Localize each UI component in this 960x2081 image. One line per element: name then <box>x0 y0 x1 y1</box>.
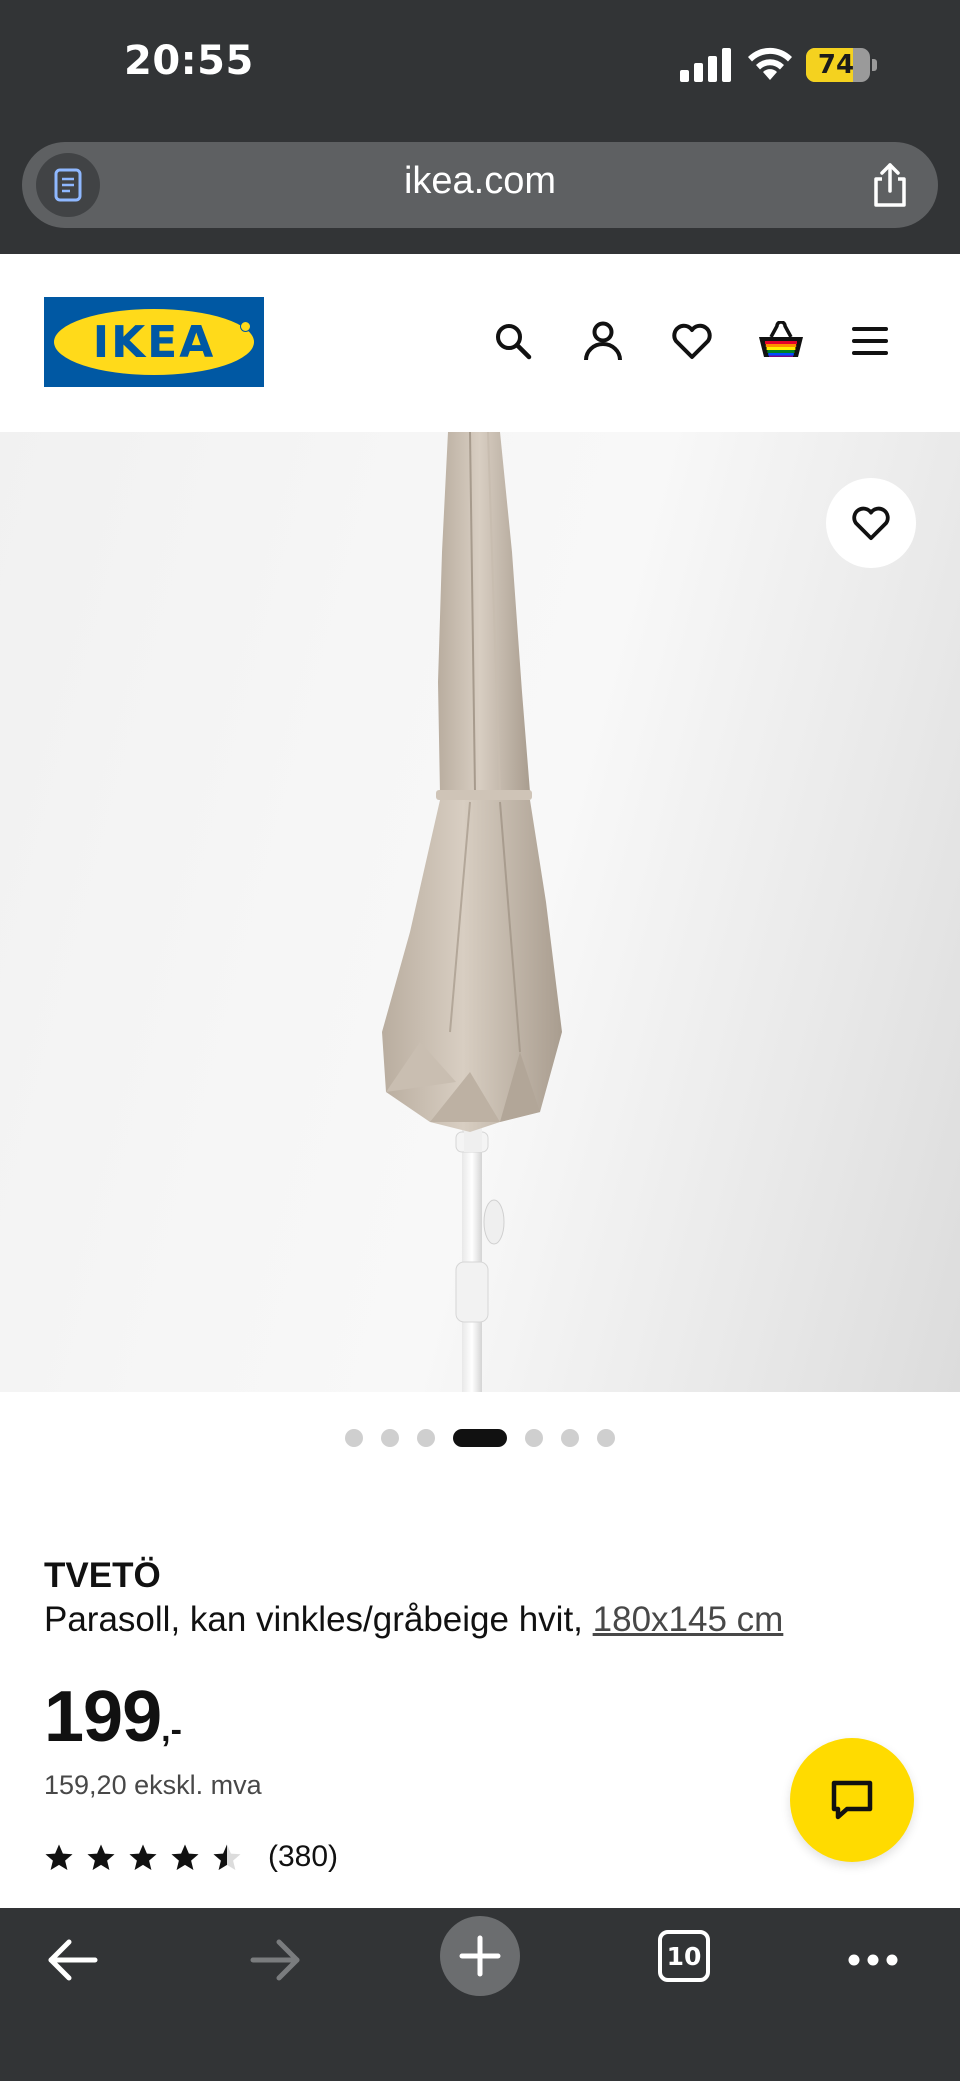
product-name[interactable]: TVETÖ <box>44 1556 161 1596</box>
browser-toolbar: 10 <box>0 1908 960 2081</box>
status-time: 20:55 <box>124 38 254 84</box>
product-price: 199,- <box>44 1676 182 1758</box>
wifi-icon <box>748 47 792 80</box>
product-image[interactable] <box>0 432 960 1392</box>
carousel-dot[interactable] <box>597 1429 615 1447</box>
account-icon[interactable] <box>578 316 628 366</box>
address-bar[interactable]: ikea.com <box>22 142 938 228</box>
ikea-logo[interactable]: IKEA <box>44 297 264 387</box>
url-text[interactable]: ikea.com <box>22 160 938 203</box>
carousel-dot[interactable] <box>561 1429 579 1447</box>
battery-level: 74 <box>817 50 855 80</box>
parasol-illustration <box>382 432 562 1392</box>
site-header: IKEA <box>0 254 960 432</box>
carousel-dot[interactable] <box>525 1429 543 1447</box>
search-icon[interactable] <box>488 316 538 366</box>
star-icon <box>87 1844 115 1870</box>
add-to-favourites-button[interactable] <box>826 478 916 568</box>
carousel-dot[interactable] <box>345 1429 363 1447</box>
price-excl-vat: 159,20 ekskl. mva <box>44 1770 262 1800</box>
more-icon[interactable] <box>846 1908 900 2012</box>
status-bar: 20:55 74 <box>0 0 960 130</box>
carousel-dot[interactable] <box>381 1429 399 1447</box>
star-icon <box>45 1844 73 1870</box>
forward-icon <box>244 1908 308 2012</box>
chat-icon <box>831 1780 873 1820</box>
heart-icon <box>852 506 890 541</box>
image-carousel-indicator[interactable] <box>0 1428 960 1448</box>
plus-icon <box>459 1935 501 1977</box>
chat-button[interactable] <box>790 1738 914 1862</box>
price-value: 199 <box>44 1677 162 1757</box>
star-icon <box>129 1844 157 1870</box>
favourites-icon[interactable] <box>667 316 717 366</box>
menu-icon[interactable] <box>845 316 895 366</box>
product-rating[interactable]: (380) <box>44 1840 338 1874</box>
price-suffix: ,- <box>161 1711 182 1749</box>
carousel-dot[interactable] <box>417 1429 435 1447</box>
battery-indicator: 74 <box>806 48 877 82</box>
rating-stars <box>44 1843 242 1872</box>
review-count[interactable]: (380) <box>268 1840 338 1874</box>
star-icon <box>213 1844 241 1870</box>
logo-text: IKEA <box>92 317 216 368</box>
browser-address-area: ikea.com <box>0 130 960 254</box>
product-description-text: Parasoll, kan vinkles/gråbeige hvit, <box>44 1600 583 1639</box>
cellular-signal-icon <box>680 48 731 82</box>
share-icon[interactable] <box>862 156 918 214</box>
tabs-button[interactable]: 10 <box>658 1930 710 1982</box>
product-size-link[interactable]: 180x145 cm <box>593 1600 784 1639</box>
cart-icon[interactable] <box>756 316 806 366</box>
star-icon <box>171 1844 199 1870</box>
new-tab-button[interactable] <box>440 1916 520 1996</box>
product-description: Parasoll, kan vinkles/gråbeige hvit, 180… <box>44 1600 783 1640</box>
tab-count: 10 <box>666 1941 702 1971</box>
carousel-dot-active[interactable] <box>453 1429 507 1447</box>
back-icon[interactable] <box>40 1908 104 2012</box>
